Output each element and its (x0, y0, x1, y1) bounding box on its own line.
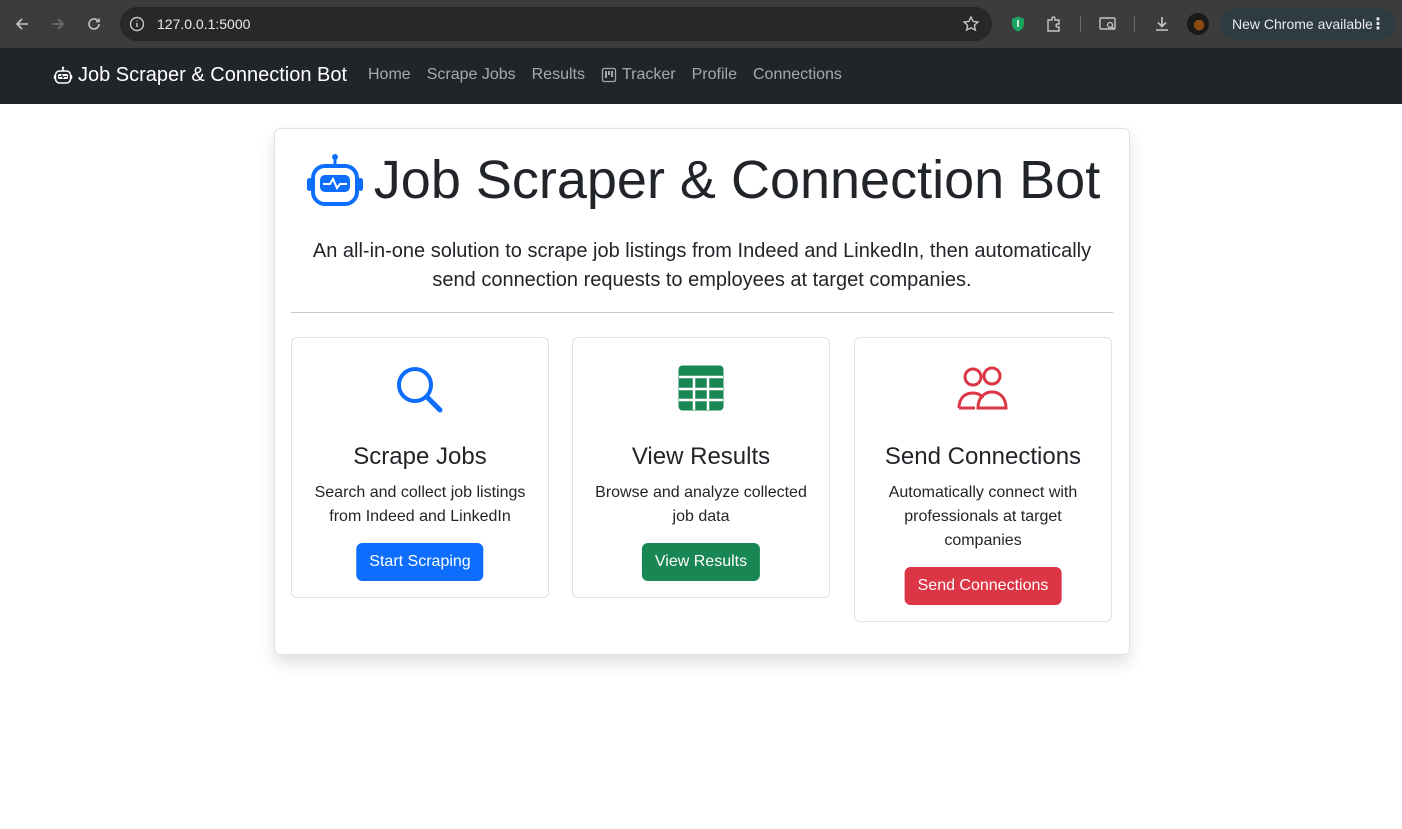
feature-title: View Results (631, 443, 771, 470)
people-icon (855, 364, 1111, 412)
start-scraping-button[interactable]: Start Scraping (356, 543, 484, 581)
profile-avatar[interactable] (1187, 13, 1209, 35)
arrow-left-icon (15, 18, 28, 30)
bookmark-star-icon[interactable] (962, 15, 980, 38)
nav-link-tracker[interactable]: Tracker (601, 66, 676, 84)
hero-heading: Job Scraper & Connection Bot (275, 149, 1131, 211)
brand-label: Job Scraper & Connection Bot (78, 64, 348, 86)
nav-link-connections[interactable]: Connections (753, 66, 842, 84)
hero-divider (291, 312, 1113, 313)
back-button[interactable] (10, 12, 34, 36)
kanban-icon (601, 67, 617, 83)
feature-title: Scrape Jobs (353, 443, 487, 470)
hero-lead: An all-in-one solution to scrape job lis… (312, 240, 1092, 291)
feature-title: Send Connections (884, 443, 1082, 470)
feature-description: Automatically connect with professionals… (888, 484, 1078, 549)
nav-links: Home Scrape Jobs Results Tracker Profile… (368, 66, 858, 84)
feature-card-results: View Results Browse and analyze collecte… (572, 337, 830, 598)
send-connections-button[interactable]: Send Connections (904, 567, 1062, 605)
address-url[interactable]: 127.0.0.1:5000 (157, 16, 250, 32)
shield-extension-icon[interactable] (1007, 13, 1029, 35)
toolbar-separator (1080, 16, 1081, 32)
robot-icon (306, 154, 363, 206)
download-icon[interactable] (1151, 13, 1173, 35)
navbar-brand[interactable]: Job Scraper & Connection Bot (53, 64, 347, 87)
address-bar[interactable]: 127.0.0.1:5000 (120, 7, 992, 41)
feature-card-scrape: Scrape Jobs Search and collect job listi… (291, 337, 549, 598)
nav-link-home[interactable]: Home (368, 66, 411, 84)
table-icon (573, 364, 829, 412)
site-info-icon[interactable] (129, 16, 145, 37)
feature-description: Browse and analyze collected job data (595, 484, 807, 525)
reload-icon (88, 18, 100, 30)
toolbar-separator (1134, 16, 1135, 32)
nav-link-results[interactable]: Results (532, 66, 585, 84)
nav-link-profile[interactable]: Profile (692, 66, 737, 84)
extensions-puzzle-icon[interactable] (1043, 13, 1065, 35)
chrome-update-button[interactable]: New Chrome available ⋮ (1220, 8, 1396, 40)
kebab-menu-icon[interactable]: ⋮ (1370, 14, 1386, 34)
forward-button[interactable] (46, 12, 70, 36)
tab-search-icon[interactable] (1097, 13, 1119, 35)
chrome-update-label: New Chrome available (1232, 16, 1373, 32)
search-icon (292, 364, 548, 416)
nav-link-tracker-label: Tracker (621, 66, 676, 83)
view-results-button[interactable]: View Results (641, 543, 761, 581)
hero-title-text: Job Scraper & Connection Bot (373, 150, 1101, 210)
robot-icon (53, 66, 73, 84)
arrow-right-icon (52, 18, 65, 30)
site-navbar: Job Scraper & Connection Bot Home Scrape… (0, 48, 1402, 104)
feature-card-connections: Send Connections Automatically connect w… (854, 337, 1112, 622)
feature-description: Search and collect job listings from Ind… (314, 484, 526, 525)
browser-toolbar: 127.0.0.1:5000 New Chrome available ⋮ (0, 0, 1402, 48)
reload-button[interactable] (82, 12, 106, 36)
hero-card: Job Scraper & Connection Bot An all-in-o… (274, 128, 1130, 655)
nav-link-scrape-jobs[interactable]: Scrape Jobs (427, 66, 516, 84)
